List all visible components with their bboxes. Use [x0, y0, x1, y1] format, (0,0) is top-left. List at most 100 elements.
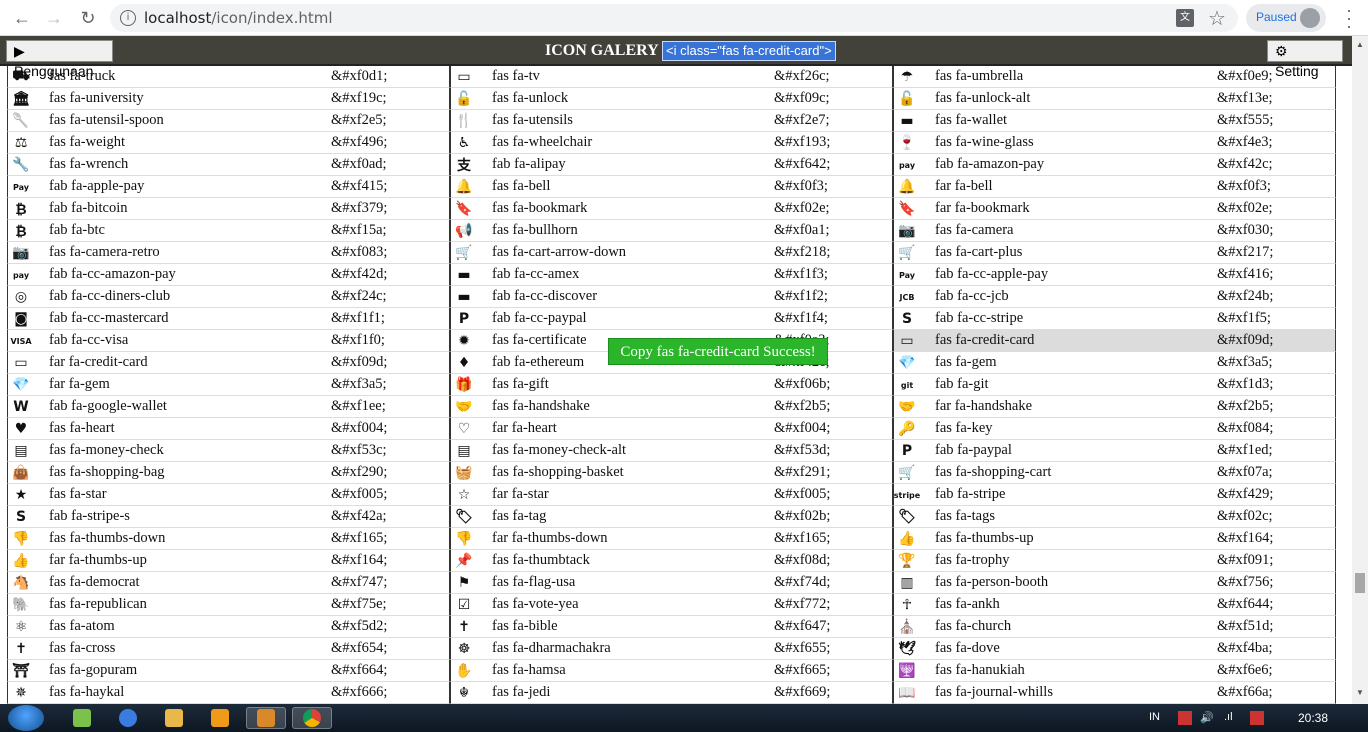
icon-cell[interactable]: 🔔 far fa-bell &#xf0f3;: [893, 176, 1336, 198]
icon-cell[interactable]: ☑ fas fa-vote-yea &#xf772;: [450, 594, 893, 616]
icon-cell[interactable]: 🥄 fas fa-utensil-spoon &#xf2e5;: [7, 110, 450, 132]
icon-cell[interactable]: ♥ fas fa-heart &#xf004;: [7, 418, 450, 440]
taskbar-chrome[interactable]: [292, 707, 332, 729]
taskbar-editor[interactable]: [246, 707, 286, 729]
icon-cell[interactable]: 🤝 fas fa-handshake &#xf2b5;: [450, 396, 893, 418]
icon-cell[interactable]: 🕎 fas fa-hanukiah &#xf6e6;: [893, 660, 1336, 682]
forward-arrow-icon[interactable]: →: [42, 6, 66, 30]
icon-cell[interactable]: 👎 far fa-thumbs-down &#xf165;: [450, 528, 893, 550]
icon-cell[interactable]: ✵ fas fa-haykal &#xf666;: [7, 682, 450, 704]
menu-kebab-icon[interactable]: · · ·: [1342, 1, 1356, 35]
selected-code-text[interactable]: <i class="fas fa-credit-card">: [662, 41, 836, 61]
taskbar-app-1[interactable]: [62, 707, 102, 729]
icon-cell[interactable]: 🛒 fas fa-cart-arrow-down &#xf218;: [450, 242, 893, 264]
icon-cell[interactable]: 📖 fas fa-journal-whills &#xf66a;: [893, 682, 1336, 704]
scroll-thumb[interactable]: [1355, 573, 1365, 593]
translate-icon[interactable]: 文: [1176, 9, 1194, 27]
icon-cell[interactable]: 🍷 fas fa-wine-glass &#xf4e3;: [893, 132, 1336, 154]
icon-cell[interactable]: 🎁 fas fa-gift &#xf06b;: [450, 374, 893, 396]
icon-cell[interactable]: ₿ fab fa-bitcoin &#xf379;: [7, 198, 450, 220]
icon-cell[interactable]: ✝ fas fa-bible &#xf647;: [450, 616, 893, 638]
icon-cell[interactable]: ♿ fas fa-wheelchair &#xf193;: [450, 132, 893, 154]
usage-button[interactable]: ▶ Penggunaan: [6, 40, 113, 79]
icon-cell[interactable]: 👜 fas fa-shopping-bag &#xf290;: [7, 462, 450, 484]
taskbar-app-2[interactable]: [108, 707, 148, 729]
icon-cell[interactable]: ✝ fas fa-cross &#xf654;: [7, 638, 450, 660]
icon-cell[interactable]: 🔔 fas fa-bell &#xf0f3;: [450, 176, 893, 198]
icon-cell[interactable]: ☥ fas fa-ankh &#xf644;: [893, 594, 1336, 616]
icon-cell[interactable]: ⛩ fas fa-gopuram &#xf664;: [7, 660, 450, 682]
network-warning-icon[interactable]: [1178, 711, 1192, 725]
volume-icon[interactable]: 🔊: [1200, 711, 1214, 724]
language-indicator[interactable]: IN: [1149, 711, 1160, 723]
reload-icon[interactable]: ↻: [76, 6, 100, 30]
icon-cell[interactable]: 💎 far fa-gem &#xf3a5;: [7, 374, 450, 396]
icon-cell[interactable]: ☂ fas fa-umbrella &#xf0e9;: [893, 66, 1336, 88]
icon-cell[interactable]: ▭ fas fa-credit-card &#xf09d;: [893, 330, 1336, 352]
icon-cell[interactable]: 📷 fas fa-camera-retro &#xf083;: [7, 242, 450, 264]
icon-cell[interactable]: pay fab fa-cc-amazon-pay &#xf42d;: [7, 264, 450, 286]
icon-cell[interactable]: 🏷 fas fa-tags &#xf02c;: [893, 506, 1336, 528]
scroll-down-arrow-icon[interactable]: ▼: [1356, 688, 1364, 697]
icon-cell[interactable]: Sfab fa-cc-stripe &#xf1f5;: [893, 308, 1336, 330]
icon-cell[interactable]: 🐴 fas fa-democrat &#xf747;: [7, 572, 450, 594]
icon-cell[interactable]: stripe fab fa-stripe &#xf429;: [893, 484, 1336, 506]
icon-cell[interactable]: 🏛 fas fa-university &#xf19c;: [7, 88, 450, 110]
icon-cell[interactable]: 支 fab fa-alipay &#xf642;: [450, 154, 893, 176]
icon-cell[interactable]: JCB fab fa-cc-jcb &#xf24b;: [893, 286, 1336, 308]
icon-cell[interactable]: Pay fab fa-apple-pay &#xf415;: [7, 176, 450, 198]
icon-cell[interactable]: 🛒 fas fa-shopping-cart &#xf07a;: [893, 462, 1336, 484]
icon-cell[interactable]: ⚑ fas fa-flag-usa &#xf74d;: [450, 572, 893, 594]
icon-cell[interactable]: ▬ fab fa-cc-amex &#xf1f3;: [450, 264, 893, 286]
icon-cell[interactable]: ▭ fas fa-tv &#xf26c;: [450, 66, 893, 88]
icon-cell[interactable]: VISA fab fa-cc-visa &#xf1f0;: [7, 330, 450, 352]
icon-cell[interactable]: 🔖 far fa-bookmark &#xf02e;: [893, 198, 1336, 220]
icon-cell[interactable]: ✋ fas fa-hamsa &#xf665;: [450, 660, 893, 682]
icon-cell[interactable]: 🕊 fas fa-dove &#xf4ba;: [893, 638, 1336, 660]
icon-cell[interactable]: ₿ fab fa-btc &#xf15a;: [7, 220, 450, 242]
icon-cell[interactable]: ▬ fab fa-cc-discover &#xf1f2;: [450, 286, 893, 308]
icon-cell[interactable]: ☬ fas fa-jedi &#xf669;: [450, 682, 893, 704]
icon-cell[interactable]: 👍 fas fa-thumbs-up &#xf164;: [893, 528, 1336, 550]
scroll-up-arrow-icon[interactable]: ▲: [1356, 40, 1364, 49]
icon-cell[interactable]: 🧺 fas fa-shopping-basket &#xf291;: [450, 462, 893, 484]
icon-cell[interactable]: ♡ far fa-heart &#xf004;: [450, 418, 893, 440]
info-icon[interactable]: i: [120, 10, 136, 26]
icon-cell[interactable]: 🔖 fas fa-bookmark &#xf02e;: [450, 198, 893, 220]
taskbar-explorer[interactable]: [154, 707, 194, 729]
icon-cell[interactable]: Sfab fa-stripe-s &#xf42a;: [7, 506, 450, 528]
icon-cell[interactable]: ◙ fab fa-cc-mastercard &#xf1f1;: [7, 308, 450, 330]
icon-cell[interactable]: git fab fa-git &#xf1d3;: [893, 374, 1336, 396]
icon-cell[interactable]: ▤ fas fa-money-check-alt &#xf53d;: [450, 440, 893, 462]
bookmark-star-icon[interactable]: ☆: [1208, 6, 1226, 31]
icon-cell[interactable]: ⛟ fas fa-truck &#xf0d1;: [7, 66, 450, 88]
icon-cell[interactable]: ⚛ fas fa-atom &#xf5d2;: [7, 616, 450, 638]
url-text[interactable]: localhost/icon/index.html: [144, 9, 333, 27]
icon-cell[interactable]: 🍴 fas fa-utensils &#xf2e7;: [450, 110, 893, 132]
icon-cell[interactable]: 🔑 fas fa-key &#xf084;: [893, 418, 1336, 440]
address-bar[interactable]: i localhost/icon/index.html 文 ☆: [110, 4, 1238, 32]
icon-cell[interactable]: ▭ far fa-credit-card &#xf09d;: [7, 352, 450, 374]
icon-cell[interactable]: ▤ fas fa-money-check &#xf53c;: [7, 440, 450, 462]
icon-cell[interactable]: 📌 fas fa-thumbtack &#xf08d;: [450, 550, 893, 572]
icon-cell[interactable]: ◎ fab fa-cc-diners-club &#xf24c;: [7, 286, 450, 308]
icon-cell[interactable]: 🐘 fas fa-republican &#xf75e;: [7, 594, 450, 616]
icon-cell[interactable]: ▥ fas fa-person-booth &#xf756;: [893, 572, 1336, 594]
icon-cell[interactable]: ⛪ fas fa-church &#xf51d;: [893, 616, 1336, 638]
icon-cell[interactable]: 🏷 fas fa-tag &#xf02b;: [450, 506, 893, 528]
icon-cell[interactable]: pay fab fa-amazon-pay &#xf42c;: [893, 154, 1336, 176]
start-button[interactable]: [8, 705, 44, 731]
page-scrollbar[interactable]: ▲ ▼: [1352, 36, 1368, 704]
icon-cell[interactable]: ☸ fas fa-dharmachakra &#xf655;: [450, 638, 893, 660]
icon-cell[interactable]: 📢 fas fa-bullhorn &#xf0a1;: [450, 220, 893, 242]
icon-cell[interactable]: Pay fab fa-cc-apple-pay &#xf416;: [893, 264, 1336, 286]
signal-icon[interactable]: .ıl: [1224, 711, 1233, 723]
icon-cell[interactable]: 🤝 far fa-handshake &#xf2b5;: [893, 396, 1336, 418]
profile-button[interactable]: Paused: [1246, 4, 1326, 32]
clock[interactable]: 20:38: [1298, 711, 1328, 725]
icon-cell[interactable]: 🏆 fas fa-trophy &#xf091;: [893, 550, 1336, 572]
icon-cell[interactable]: 🔓 fas fa-unlock &#xf09c;: [450, 88, 893, 110]
icon-cell[interactable]: ☆ far fa-star &#xf005;: [450, 484, 893, 506]
icon-cell[interactable]: 🔧 fas fa-wrench &#xf0ad;: [7, 154, 450, 176]
icon-cell[interactable]: 📷 fas fa-camera &#xf030;: [893, 220, 1336, 242]
